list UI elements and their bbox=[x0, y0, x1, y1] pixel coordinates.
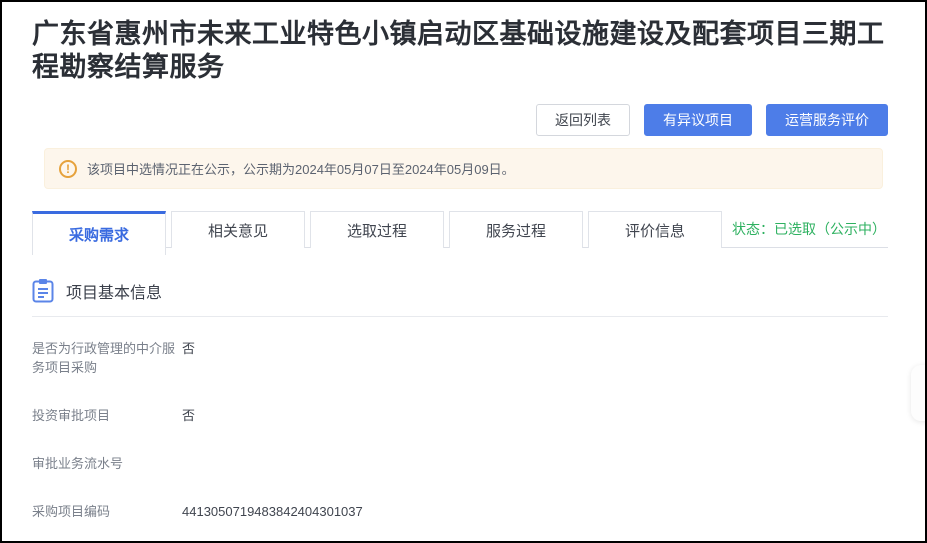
floating-side-widget[interactable] bbox=[911, 365, 927, 421]
field-label: 是否为行政管理的中介服务项目采购 bbox=[32, 339, 182, 377]
field-label: 采购项目编码 bbox=[32, 502, 182, 521]
publicity-notice-banner: ! 该项目中选情况正在公示，公示期为2024年05月07日至2024年05月09… bbox=[44, 148, 883, 189]
project-detail-page: 广东省惠州市未来工业特色小镇启动区基础设施建设及配套项目三期工程勘察结算服务 返… bbox=[0, 0, 927, 543]
tab-related-opinions[interactable]: 相关意见 bbox=[171, 211, 305, 248]
field-row-intermediary-service: 是否为行政管理的中介服务项目采购 否 bbox=[32, 339, 888, 377]
back-to-list-button[interactable]: 返回列表 bbox=[536, 104, 630, 136]
field-row-investment-approval: 投资审批项目 否 bbox=[32, 406, 888, 425]
field-label: 投资审批项目 bbox=[32, 406, 182, 425]
field-row-project-code: 采购项目编码 4413050719483842404301037 bbox=[32, 502, 888, 521]
toolbar: 返回列表 有异议项目 运营服务评价 bbox=[32, 104, 888, 136]
field-value: 否 bbox=[182, 406, 195, 425]
tab-selection-process[interactable]: 选取过程 bbox=[310, 211, 444, 248]
tab-procurement-demand[interactable]: 采购需求 bbox=[32, 211, 166, 255]
field-row-approval-serial-number: 审批业务流水号 bbox=[32, 454, 888, 473]
clipboard-icon bbox=[32, 278, 54, 303]
field-label: 审批业务流水号 bbox=[32, 454, 182, 473]
section-title: 项目基本信息 bbox=[66, 279, 162, 303]
notice-text: 该项目中选情况正在公示，公示期为2024年05月07日至2024年05月09日。 bbox=[87, 159, 515, 178]
section-divider bbox=[32, 316, 888, 317]
service-evaluation-button[interactable]: 运营服务评价 bbox=[766, 104, 888, 136]
warning-circle-icon: ! bbox=[59, 160, 77, 178]
field-value: 4413050719483842404301037 bbox=[182, 502, 363, 521]
tab-service-process[interactable]: 服务过程 bbox=[449, 211, 583, 248]
page-title: 广东省惠州市未来工业特色小镇启动区基础设施建设及配套项目三期工程勘察结算服务 bbox=[32, 18, 888, 84]
tab-bar: 采购需求 相关意见 选取过程 服务过程 评价信息 状态：已选取（公示中） bbox=[32, 211, 888, 248]
basic-info-field-list: 是否为行政管理的中介服务项目采购 否 投资审批项目 否 审批业务流水号 采购项目… bbox=[32, 339, 888, 543]
status-badge: 状态：已选取（公示中） bbox=[732, 219, 888, 239]
tab-evaluation-info[interactable]: 评价信息 bbox=[588, 211, 722, 248]
field-value: 否 bbox=[182, 339, 195, 358]
section-header-basic-info: 项目基本信息 bbox=[32, 278, 888, 303]
objection-project-button[interactable]: 有异议项目 bbox=[644, 104, 752, 136]
